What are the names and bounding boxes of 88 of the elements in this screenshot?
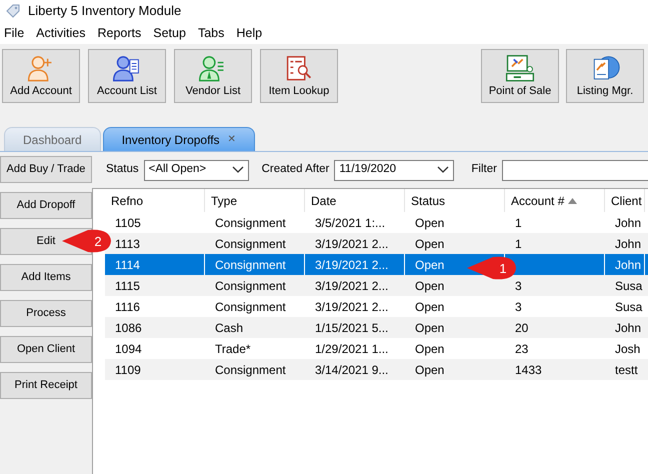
toolbar-button[interactable]: Account List	[88, 49, 166, 103]
table-cell-text: John	[615, 236, 642, 252]
table-cell-text: testt	[615, 362, 638, 378]
table-cell-text: 1/15/2021 5...	[315, 320, 388, 336]
table-cell-text: Open	[415, 256, 444, 274]
table-cell-text: Open	[415, 214, 444, 232]
table-cell-text: Open	[415, 340, 444, 358]
callout-tooltip: 1	[467, 255, 517, 281]
table-row[interactable]: 1115 Consignment 3/19/2021 2... Open 3 Susa	[105, 275, 648, 296]
sort-up-icon	[568, 198, 578, 204]
table-cell-text: Open	[415, 278, 444, 294]
table-cell-text: 3	[515, 278, 522, 294]
table-cell-text: 20	[515, 320, 528, 336]
table-cell-text: Consignment	[215, 298, 286, 316]
table-cell-text: Open	[415, 320, 444, 336]
close-icon[interactable]: ✕	[228, 132, 236, 147]
table-cell-text: Cash	[215, 320, 244, 336]
table-cell-text: John	[615, 320, 642, 336]
table-cell-text: 3/5/2021 1:...	[315, 214, 386, 232]
callout-tooltip: 2	[62, 228, 112, 254]
table-cell-text: 1105	[115, 214, 141, 232]
table-cell-text: Consignment	[215, 362, 286, 378]
chevron-down-icon	[437, 166, 450, 174]
table-cell-text: 3/19/2021 2...	[315, 256, 388, 274]
table-cell-text: 1/29/2021 1...	[315, 340, 388, 358]
magnifier-list-icon	[284, 54, 314, 82]
table-row[interactable]: 1086 Cash 1/15/2021 5... Open 20 John	[105, 317, 648, 338]
menu-item[interactable]: File	[4, 24, 24, 42]
table-cell-text: 3/14/2021 9...	[315, 362, 388, 378]
table-row[interactable]: 1113 Consignment 3/19/2021 2... Open 1 John	[105, 233, 648, 254]
table-cell-text: Open	[415, 298, 444, 316]
tab[interactable]: Inventory Dropoffs ✕	[102, 127, 255, 151]
toolbar-button[interactable]: Add Account	[2, 49, 80, 103]
action-button[interactable]: Add Buy / Trade	[0, 156, 92, 183]
table-cell-text: Consignment	[215, 214, 286, 232]
menu-item[interactable]: Help	[236, 24, 262, 42]
table-row[interactable]: 1109 Consignment 3/14/2021 9... Open 1433 testt	[105, 359, 648, 380]
action-button[interactable]: Print Receipt	[0, 372, 92, 399]
table-cell-text: John	[615, 256, 642, 274]
toolbar-button[interactable]: Listing Mgr.	[566, 49, 644, 103]
register-icon	[503, 54, 537, 82]
tab[interactable]: Dashboard	[4, 127, 101, 151]
menu-item[interactable]: Activities	[36, 24, 86, 42]
action-button[interactable]: Open Client	[0, 336, 92, 363]
table-cell-text: 1115	[115, 278, 140, 294]
toolbar-button[interactable]: Item Lookup	[260, 49, 338, 103]
status-dropdown[interactable]: <All Open>	[144, 160, 249, 180]
table-cell-text: 1433	[515, 362, 542, 378]
table-cell-text: Susa	[615, 278, 642, 294]
tag-icon	[6, 4, 20, 18]
table-cell-text: 1114	[115, 256, 140, 274]
table-cell-text: 1	[515, 214, 522, 232]
table-cell-text: 3/19/2021 2...	[315, 278, 388, 294]
toolbar-button[interactable]: Point of Sale	[481, 49, 559, 103]
date-dropdown[interactable]: 11/19/2020	[334, 160, 454, 180]
action-button[interactable]: Add Items	[0, 264, 92, 291]
table-cell-text: 3/19/2021 2...	[315, 236, 388, 252]
person-list-icon	[112, 54, 142, 82]
table-cell-text: Consignment	[215, 278, 286, 294]
filter-label: Filter	[471, 162, 497, 178]
table-cell-text: Consignment	[215, 256, 286, 274]
menu-item[interactable]: Setup	[153, 24, 186, 42]
table-cell-text: 1113	[115, 236, 140, 252]
chevron-down-icon	[232, 166, 244, 174]
table-cell-text: Open	[415, 362, 444, 378]
status-label: Status	[106, 162, 139, 178]
table-cell-text: 1094	[115, 340, 142, 358]
table-cell-text: 23	[515, 340, 528, 358]
menu-item[interactable]: Tabs	[198, 24, 224, 42]
table-cell-text: 1116	[115, 298, 140, 316]
table-cell-text: 1086	[115, 320, 142, 336]
action-button[interactable]: Process	[0, 300, 92, 327]
table-cell-text: 1	[515, 236, 522, 252]
table-cell-text: Trade*	[215, 340, 251, 358]
table-cell-text: Consignment	[215, 236, 286, 252]
created-after-label: Created After	[262, 162, 330, 178]
table-cell-text: John	[615, 214, 642, 232]
menu-item[interactable]: Reports	[97, 24, 142, 42]
table-cell-text: 3	[515, 298, 522, 316]
table-cell-text: 3/19/2021 2...	[315, 298, 388, 316]
table-cell-text: Open	[415, 236, 444, 252]
window-title: Liberty 5 Inventory Module	[28, 2, 182, 20]
table-cell-text: Susa	[615, 298, 642, 316]
toolbar-button[interactable]: Vendor List	[174, 49, 252, 103]
table-cell-text: 1109	[115, 362, 141, 378]
table-cell-text: Josh	[615, 340, 640, 358]
filter-field[interactable]	[502, 160, 648, 180]
action-button[interactable]: Add Dropoff	[0, 192, 92, 219]
